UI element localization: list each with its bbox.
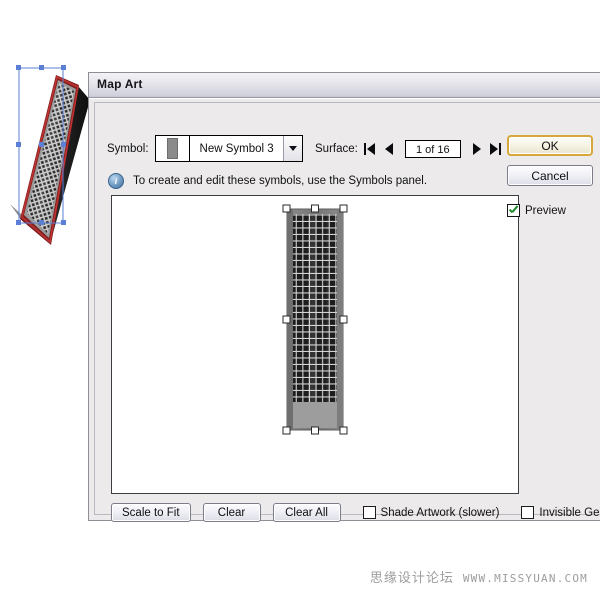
watermark-url: WWW.MISSYUAN.COM [462,572,588,585]
surface-label: Surface: [315,143,358,155]
watermark: 思缘设计论坛 WWW.MISSYUAN.COM [0,567,600,586]
preview-checkbox[interactable]: Preview [507,204,600,217]
clear-button[interactable]: Clear [202,503,261,522]
surface-row: Surface: 1 of 16 [315,140,503,158]
dialog-inner-panel: Symbol: New Symbol 3 Surface: 1 of 16 i … [94,102,600,522]
cancel-button[interactable]: Cancel [507,165,593,186]
info-icon: i [108,173,124,189]
symbol-row: Symbol: New Symbol 3 [107,135,303,162]
invisible-geometry-box[interactable] [521,506,535,519]
clear-all-button[interactable]: Clear All [272,503,341,522]
symbol-dropdown[interactable]: New Symbol 3 [154,135,303,162]
symbol-label: Symbol: [107,142,149,155]
symbol-selected-value: New Symbol 3 [199,142,274,155]
chevron-down-icon[interactable] [282,136,302,161]
preview-label: Preview [525,204,566,217]
symbol-thumbnail-icon [155,136,190,161]
first-surface-icon[interactable] [363,142,377,156]
shade-artwork-box[interactable] [362,506,376,519]
watermark-chinese: 思缘设计论坛 [369,571,454,586]
dialog-body: Symbol: New Symbol 3 Surface: 1 of 16 i … [89,98,600,522]
map-art-dialog: Map Art Symbol: New Symbol 3 Surface: 1 … [88,72,600,522]
invisible-geometry-label: Invisible Geometry [539,506,600,519]
dialog-title: Map Art [97,77,143,91]
invisible-geometry-checkbox[interactable]: Invisible Geometry [521,506,600,519]
map-art-canvas[interactable] [111,195,519,494]
extruded-3d-object-graphic [10,65,90,245]
hint-row: i To create and edit these symbols, use … [108,173,427,189]
hint-text: To create and edit these symbols, use th… [133,175,428,187]
skyscraper-symbol-art [282,204,348,435]
dialog-action-column: OK Cancel Preview [507,135,600,217]
scale-to-fit-button[interactable]: Scale to Fit [111,503,191,522]
bottom-controls-row: Scale to Fit Clear Clear All Shade Artwo… [111,503,600,522]
shade-artwork-checkbox[interactable]: Shade Artwork (slower) [362,506,500,519]
surface-index-field[interactable]: 1 of 16 [404,140,461,158]
last-surface-icon[interactable] [489,142,503,156]
next-surface-icon[interactable] [470,142,484,156]
ok-button[interactable]: OK [507,135,593,156]
preview-checkbox-box[interactable] [507,204,520,217]
check-icon [508,205,519,216]
shade-artwork-label: Shade Artwork (slower) [380,506,500,519]
previous-surface-icon[interactable] [382,142,396,156]
artboard-3d-preview[interactable] [4,58,100,253]
dialog-titlebar[interactable]: Map Art [89,73,600,98]
